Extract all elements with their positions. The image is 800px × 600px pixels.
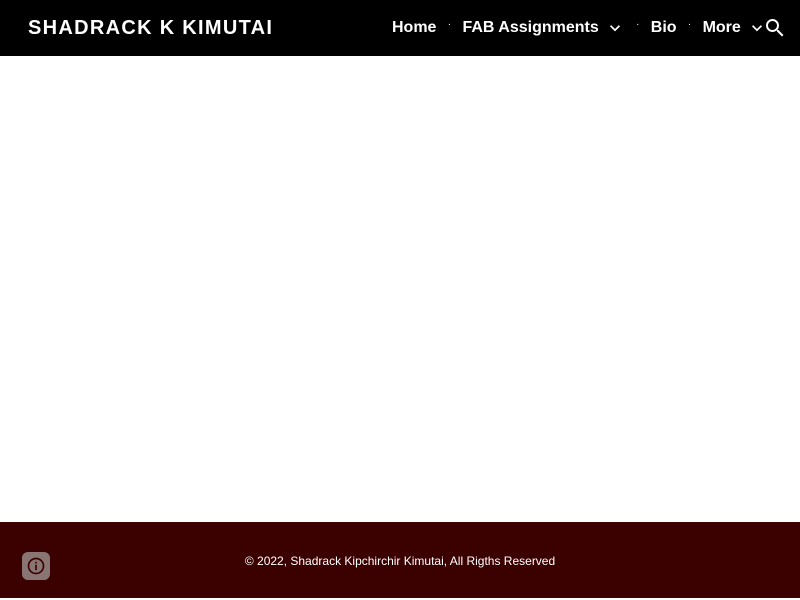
nav-item-home-label: Home xyxy=(392,19,437,36)
nav-separator: · xyxy=(687,19,692,30)
site-footer: © 2022, Shadrack Kipchirchir Kimutai, Al… xyxy=(0,522,800,600)
site-title[interactable]: SHADRACK K KIMUTAI xyxy=(28,15,273,41)
nav-separator: · xyxy=(447,19,452,30)
footer-copyright: © 2022, Shadrack Kipchirchir Kimutai, Al… xyxy=(244,554,556,568)
nav-item-fab-assignments[interactable]: FAB Assignments xyxy=(462,18,624,38)
search-icon[interactable] xyxy=(763,16,787,40)
page: SHADRACK K KIMUTAI Home · FAB Assignment… xyxy=(0,0,800,600)
nav-item-bio-label: Bio xyxy=(650,19,677,36)
nav-item-bio[interactable]: Bio xyxy=(651,18,677,38)
nav-item-more[interactable]: More xyxy=(703,18,767,38)
chevron-down-icon[interactable] xyxy=(605,18,625,38)
top-navigation: Home · FAB Assignments · Bio · More xyxy=(392,0,767,56)
nav-item-home[interactable]: Home xyxy=(392,18,436,38)
nav-item-fab-assignments-label: FAB Assignments xyxy=(462,19,599,36)
nav-item-more-label: More xyxy=(702,19,741,36)
nav-separator: · xyxy=(636,19,640,30)
site-header: SHADRACK K KIMUTAI Home · FAB Assignment… xyxy=(0,0,800,56)
